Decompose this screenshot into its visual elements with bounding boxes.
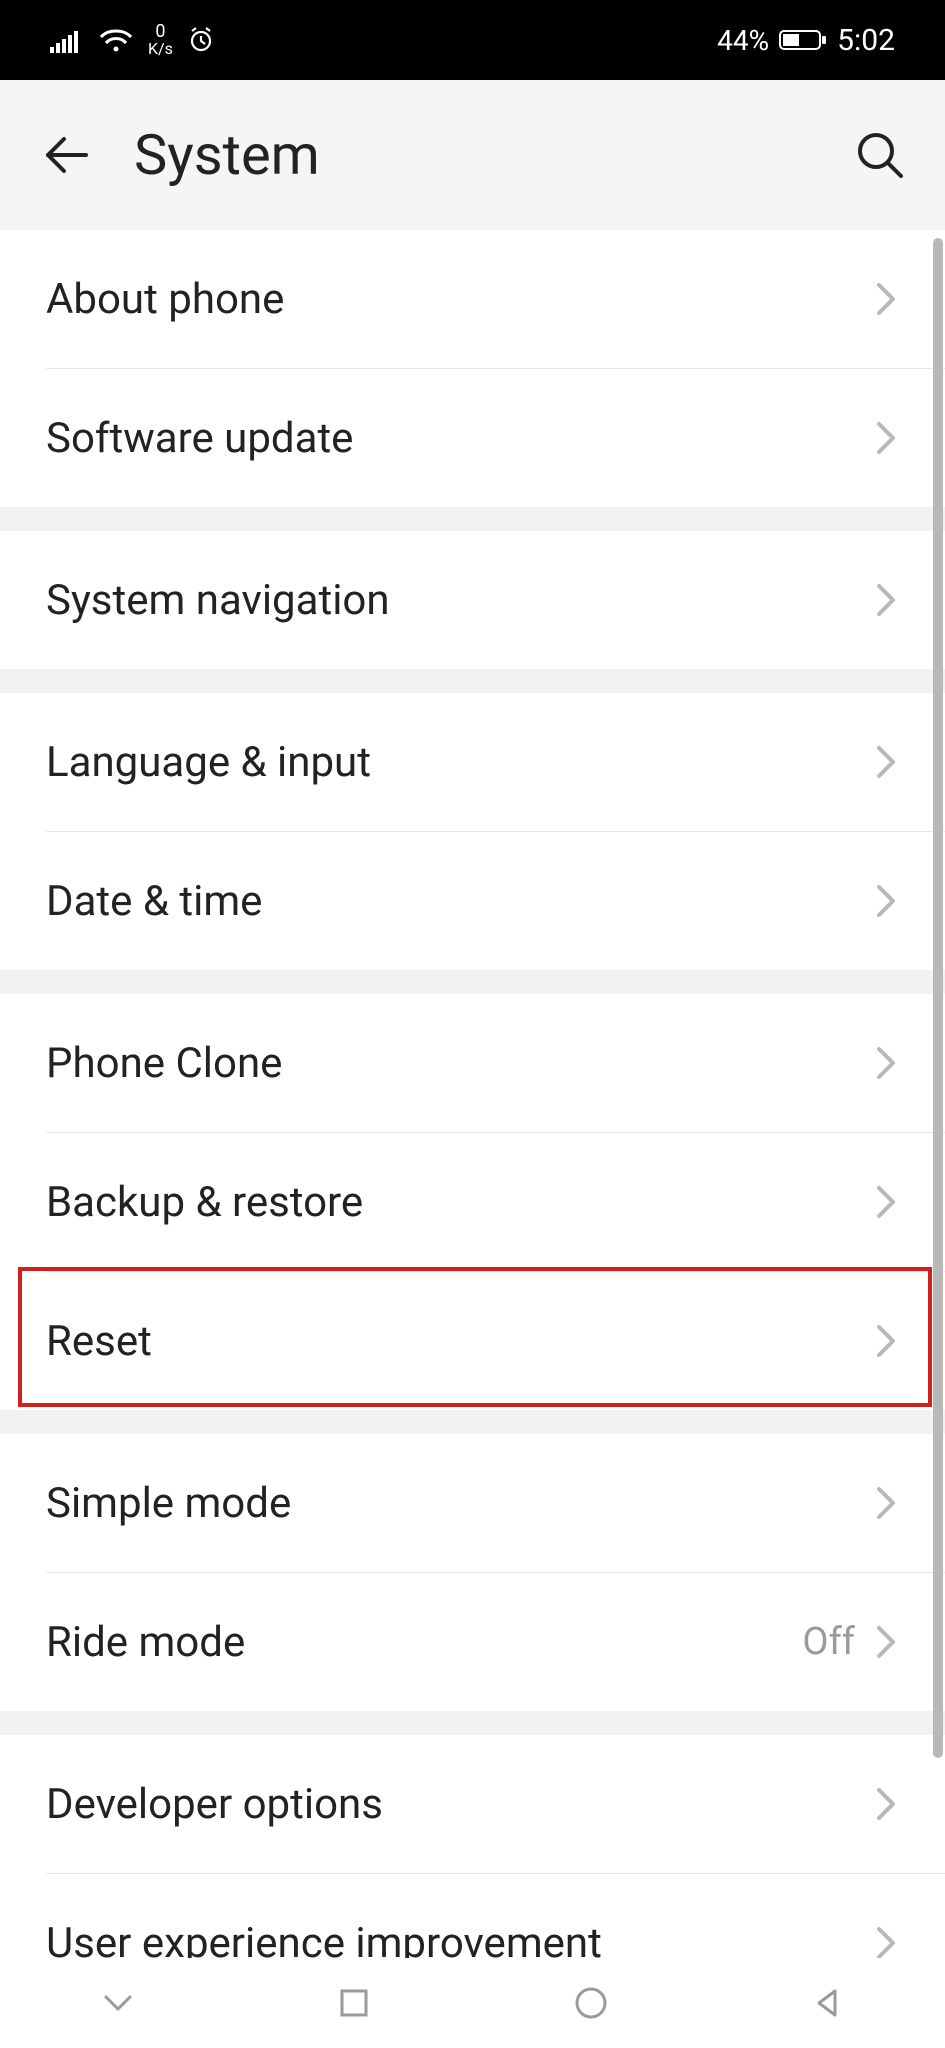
- row-label: Phone Clone: [46, 1039, 873, 1088]
- page-title: System: [134, 122, 815, 188]
- row-label: User experience improvement: [46, 1919, 873, 1959]
- chevron-right-icon: [873, 1784, 899, 1824]
- row-developer-options[interactable]: Developer options: [0, 1735, 945, 1873]
- chevron-right-icon: [873, 1182, 899, 1222]
- battery-percentage: 44%: [717, 24, 769, 57]
- nav-hide-button[interactable]: [96, 1981, 140, 2025]
- settings-list: About phone Software update System navig…: [0, 230, 945, 1958]
- chevron-right-icon: [873, 742, 899, 782]
- chevron-right-icon: [873, 1321, 899, 1361]
- row-user-experience[interactable]: User experience improvement: [0, 1874, 945, 1958]
- row-label: System navigation: [46, 576, 873, 625]
- battery-icon: [779, 28, 827, 52]
- settings-group: Developer options User experience improv…: [0, 1735, 945, 1958]
- chevron-right-icon: [873, 1483, 899, 1523]
- row-simple-mode[interactable]: Simple mode: [0, 1434, 945, 1572]
- row-label: Date & time: [46, 877, 873, 926]
- scrollbar-thumb[interactable]: [933, 238, 943, 1758]
- row-phone-clone[interactable]: Phone Clone: [0, 994, 945, 1132]
- row-ride-mode[interactable]: Ride mode Off: [0, 1573, 945, 1711]
- row-label: Language & input: [46, 738, 873, 787]
- app-header: System: [0, 80, 945, 230]
- chevron-right-icon: [873, 881, 899, 921]
- chevron-right-icon: [873, 1043, 899, 1083]
- group-gap: [0, 507, 945, 531]
- row-label: Reset: [46, 1317, 873, 1366]
- row-about-phone[interactable]: About phone: [0, 230, 945, 368]
- status-bar: 0 K/s 44% 5:02: [0, 0, 945, 80]
- group-gap: [0, 669, 945, 693]
- search-button[interactable]: [853, 128, 907, 182]
- chevron-right-icon: [873, 1923, 899, 1958]
- row-backup-restore[interactable]: Backup & restore: [0, 1133, 945, 1271]
- network-speed-indicator: 0 K/s: [148, 23, 173, 57]
- row-label: Developer options: [46, 1780, 873, 1829]
- row-value: Off: [802, 1620, 855, 1664]
- clock: 5:02: [837, 23, 895, 58]
- settings-group: About phone Software update: [0, 230, 945, 507]
- scrollbar[interactable]: [933, 238, 943, 1827]
- settings-group: Language & input Date & time: [0, 693, 945, 970]
- row-language-input[interactable]: Language & input: [0, 693, 945, 831]
- network-speed-unit: K/s: [148, 41, 173, 57]
- group-gap: [0, 1410, 945, 1434]
- wifi-icon: [98, 27, 134, 53]
- group-gap: [0, 1711, 945, 1735]
- settings-group: Phone Clone Backup & restore Reset: [0, 994, 945, 1410]
- row-software-update[interactable]: Software update: [0, 369, 945, 507]
- row-label: Software update: [46, 414, 873, 463]
- back-button[interactable]: [38, 126, 96, 184]
- row-date-time[interactable]: Date & time: [0, 832, 945, 970]
- chevron-right-icon: [873, 1622, 899, 1662]
- row-label: Simple mode: [46, 1479, 873, 1528]
- settings-group: System navigation: [0, 531, 945, 669]
- chevron-right-icon: [873, 279, 899, 319]
- chevron-right-icon: [873, 418, 899, 458]
- row-label: Ride mode: [46, 1618, 802, 1667]
- settings-group: Simple mode Ride mode Off: [0, 1434, 945, 1711]
- row-label: Backup & restore: [46, 1178, 873, 1227]
- alarm-icon: [187, 26, 215, 54]
- nav-back-button[interactable]: [805, 1981, 849, 2025]
- group-gap: [0, 970, 945, 994]
- chevron-right-icon: [873, 580, 899, 620]
- nav-recent-button[interactable]: [332, 1981, 376, 2025]
- navigation-bar: [0, 1958, 945, 2048]
- row-reset[interactable]: Reset: [0, 1272, 945, 1410]
- row-label: About phone: [46, 275, 873, 324]
- nav-home-button[interactable]: [569, 1981, 613, 2025]
- cellular-signal-icon: [50, 27, 84, 53]
- row-system-navigation[interactable]: System navigation: [0, 531, 945, 669]
